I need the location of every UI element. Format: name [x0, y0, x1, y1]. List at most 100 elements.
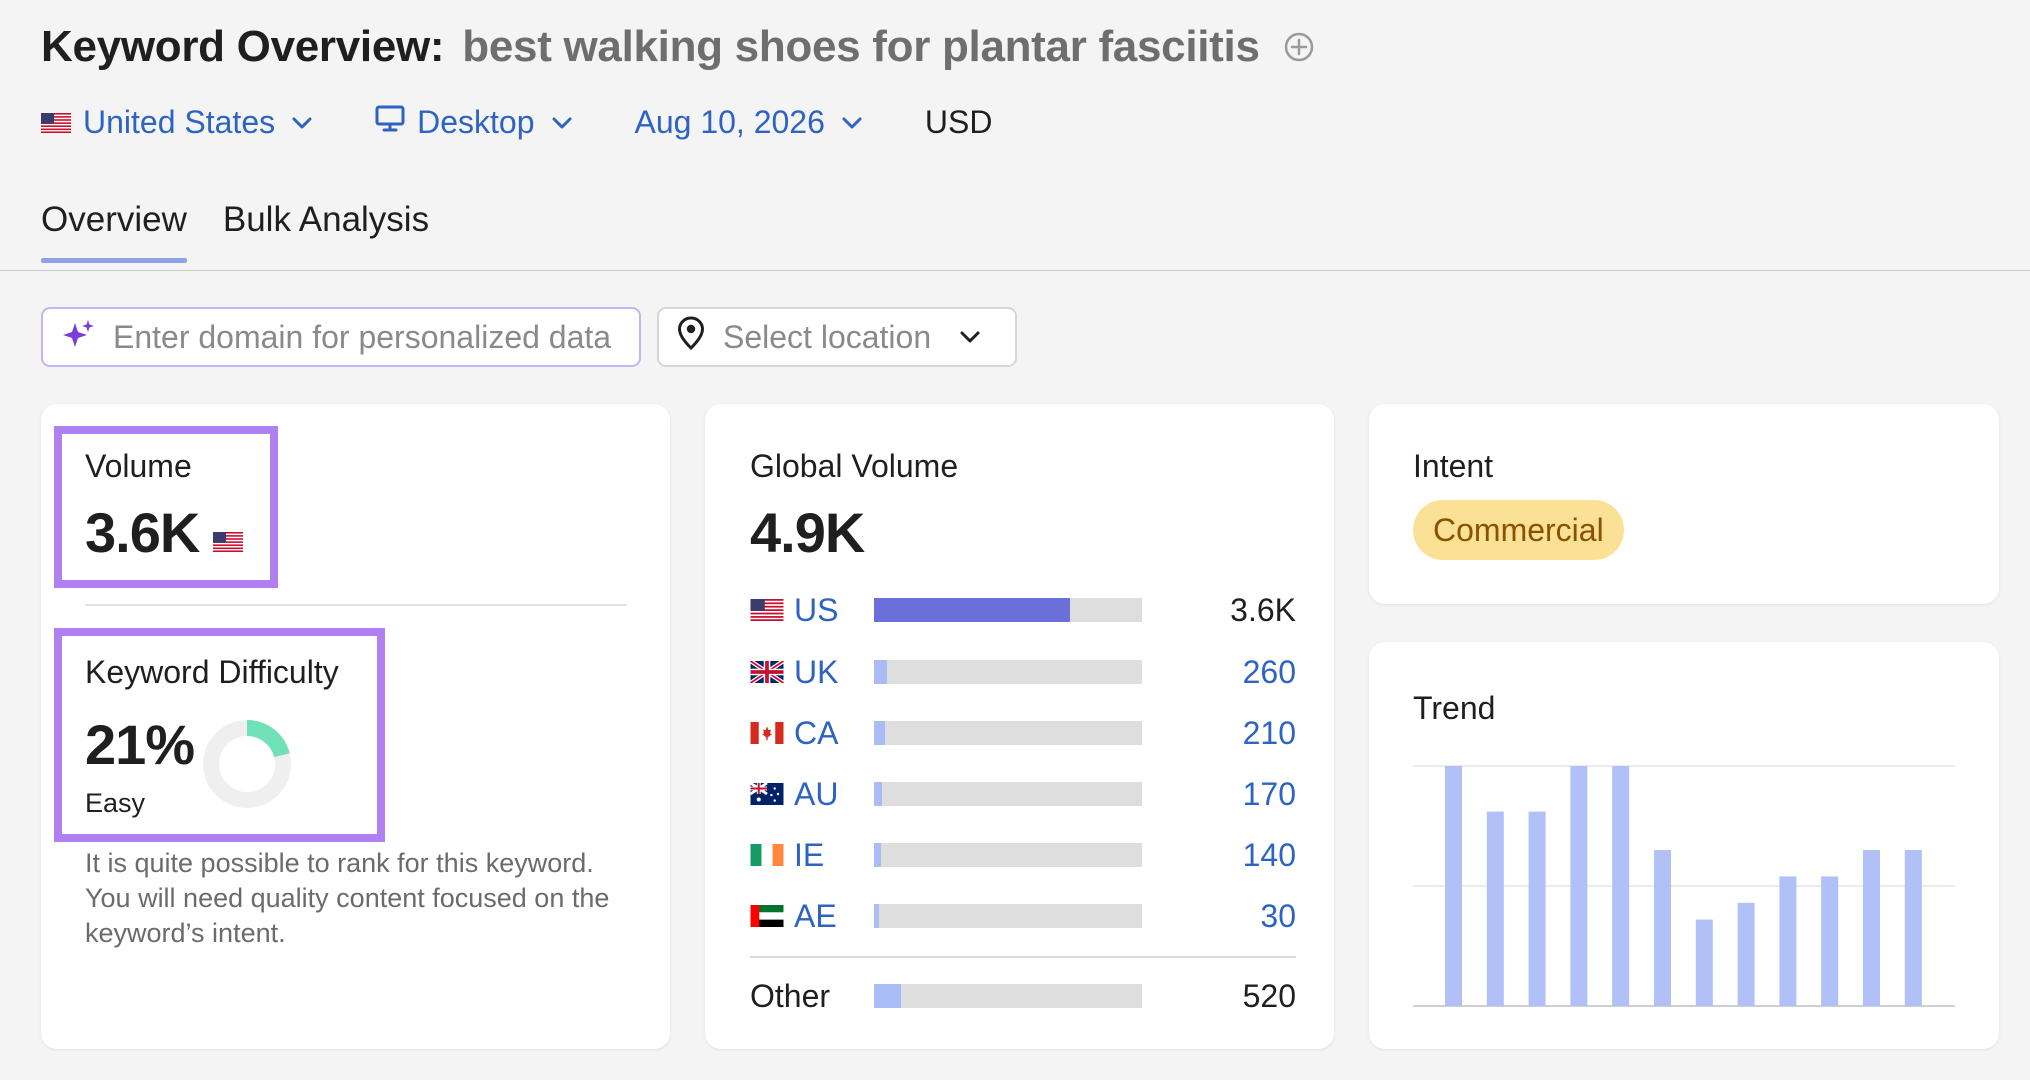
volume-card: Volume 3.6K Keyword Difficulty 21% Easy … [41, 404, 670, 1049]
us-flag-icon [750, 599, 784, 621]
trend-label: Trend [1413, 690, 1496, 726]
keyword-overview-page: Keyword Overview: best walking shoes for… [0, 0, 2030, 1080]
tab-bulk-analysis[interactable]: Bulk Analysis [223, 200, 429, 262]
intent-badge: Commercial [1413, 500, 1624, 560]
country-volume[interactable]: 30 [1260, 898, 1296, 935]
trend-card: Trend [1369, 642, 1999, 1049]
kd-label: Keyword Difficulty [85, 654, 339, 690]
kd-description: It is quite possible to rank for this ke… [85, 848, 610, 948]
volume-bar-track [874, 660, 1142, 684]
country-volume: 3.6K [1230, 591, 1296, 628]
australia-flag-icon [750, 783, 784, 805]
volume-bar-fill [874, 904, 880, 928]
page-title-label: Keyword Overview: [41, 22, 445, 71]
us-flag-icon [213, 500, 244, 565]
other-label: Other [750, 977, 831, 1014]
country-code[interactable]: UK [794, 654, 874, 691]
volume-bar-fill [874, 660, 888, 684]
add-circle-icon[interactable] [1284, 32, 1314, 62]
trend-bar[interactable] [1821, 876, 1839, 1006]
desktop-icon [375, 104, 405, 141]
domain-input[interactable] [111, 317, 635, 357]
volume-value: 3.6K [85, 501, 200, 564]
country-code[interactable]: AU [794, 776, 874, 813]
location-select-label: Select location [723, 318, 932, 355]
page-title: Keyword Overview: best walking shoes for… [41, 22, 1314, 72]
volume-bar-track [874, 721, 1142, 745]
uae-flag-icon [750, 905, 784, 927]
kd-level: Easy [85, 788, 146, 818]
uk-flag-icon [750, 661, 784, 683]
us-flag-icon [41, 104, 71, 141]
kd-value: 21% [85, 713, 195, 776]
sparkle-icon [61, 317, 97, 358]
country-code[interactable]: IE [794, 837, 874, 874]
canada-flag-icon [750, 722, 784, 744]
date-filter-label: Aug 10, 2026 [634, 104, 825, 140]
volume-bar-fill [874, 721, 885, 745]
trend-bar[interactable] [1863, 850, 1880, 1006]
trend-bar[interactable] [1486, 811, 1504, 1006]
device-filter-label: Desktop [417, 104, 535, 140]
country-code[interactable]: CA [794, 715, 874, 752]
volume-bar-fill [874, 782, 883, 806]
volume-label: Volume [85, 448, 192, 484]
trend-bar[interactable] [1737, 902, 1755, 1006]
country-code[interactable]: AE [794, 898, 874, 935]
trend-bar[interactable] [1695, 919, 1713, 1006]
volume-bar-track [874, 843, 1142, 867]
volume-bar-fill [874, 598, 1070, 622]
country-row-au[interactable]: AU 170 [750, 774, 1296, 814]
trend-bar[interactable] [1904, 850, 1922, 1006]
tab-divider [0, 270, 2030, 271]
chevron-down-icon [551, 116, 573, 130]
trend-bar[interactable] [1528, 811, 1546, 1006]
volume-bar-track [874, 598, 1142, 622]
country-row-ae[interactable]: AE 30 [750, 896, 1296, 936]
map-pin-icon [677, 316, 705, 358]
intent-card: Intent Commercial [1369, 404, 1999, 604]
ireland-flag-icon [750, 844, 784, 866]
volume-bar-track [874, 782, 1142, 806]
date-filter[interactable]: Aug 10, 2026 [635, 104, 863, 141]
country-volume[interactable]: 140 [1243, 837, 1296, 874]
global-volume-card: Global Volume 4.9K US 3.6K UK 260 CA 210… [705, 404, 1334, 1049]
chevron-down-icon [291, 116, 313, 130]
intent-label: Intent [1413, 448, 1494, 484]
country-code[interactable]: US [794, 592, 874, 629]
device-filter[interactable]: Desktop [375, 104, 572, 141]
currency-label: USD [924, 104, 993, 140]
global-volume-label: Global Volume [750, 448, 959, 484]
location-select[interactable]: Select location [657, 307, 1017, 367]
trend-bar[interactable] [1654, 850, 1671, 1006]
country-row-ca[interactable]: CA 210 [750, 713, 1296, 753]
trend-bar[interactable] [1570, 766, 1588, 1006]
global-volume-separator [750, 956, 1296, 958]
chevron-down-icon [841, 116, 863, 130]
keyword-text: best walking shoes for plantar fasciitis [462, 22, 1260, 71]
country-row-uk[interactable]: UK 260 [750, 652, 1296, 692]
domain-input-wrapper [41, 307, 641, 367]
country-volume[interactable]: 260 [1243, 654, 1296, 691]
chevron-down-icon [959, 330, 981, 344]
country-volume[interactable]: 170 [1243, 776, 1296, 813]
country-row-ie[interactable]: IE 140 [750, 835, 1296, 875]
volume-bar-track [874, 984, 1142, 1008]
trend-bar[interactable] [1612, 766, 1630, 1006]
global-volume-value: 4.9K [750, 501, 865, 564]
country-filter-label: United States [83, 104, 276, 140]
trend-chart [1413, 765, 1955, 1007]
trend-bar[interactable] [1779, 876, 1797, 1006]
volume-value-row: 3.6K [85, 500, 244, 565]
country-row-us[interactable]: US 3.6K [750, 590, 1296, 630]
tab-bar: Overview Bulk Analysis [41, 200, 429, 263]
country-filter[interactable]: United States [41, 104, 313, 141]
kd-donut-chart [203, 720, 291, 808]
other-volume: 520 [1242, 977, 1296, 1014]
volume-bar-track [874, 904, 1142, 928]
tab-overview[interactable]: Overview [41, 200, 187, 263]
volume-bar-fill [874, 984, 901, 1008]
trend-bar[interactable] [1445, 766, 1462, 1006]
country-volume[interactable]: 210 [1243, 715, 1296, 752]
volume-divider [85, 604, 627, 606]
